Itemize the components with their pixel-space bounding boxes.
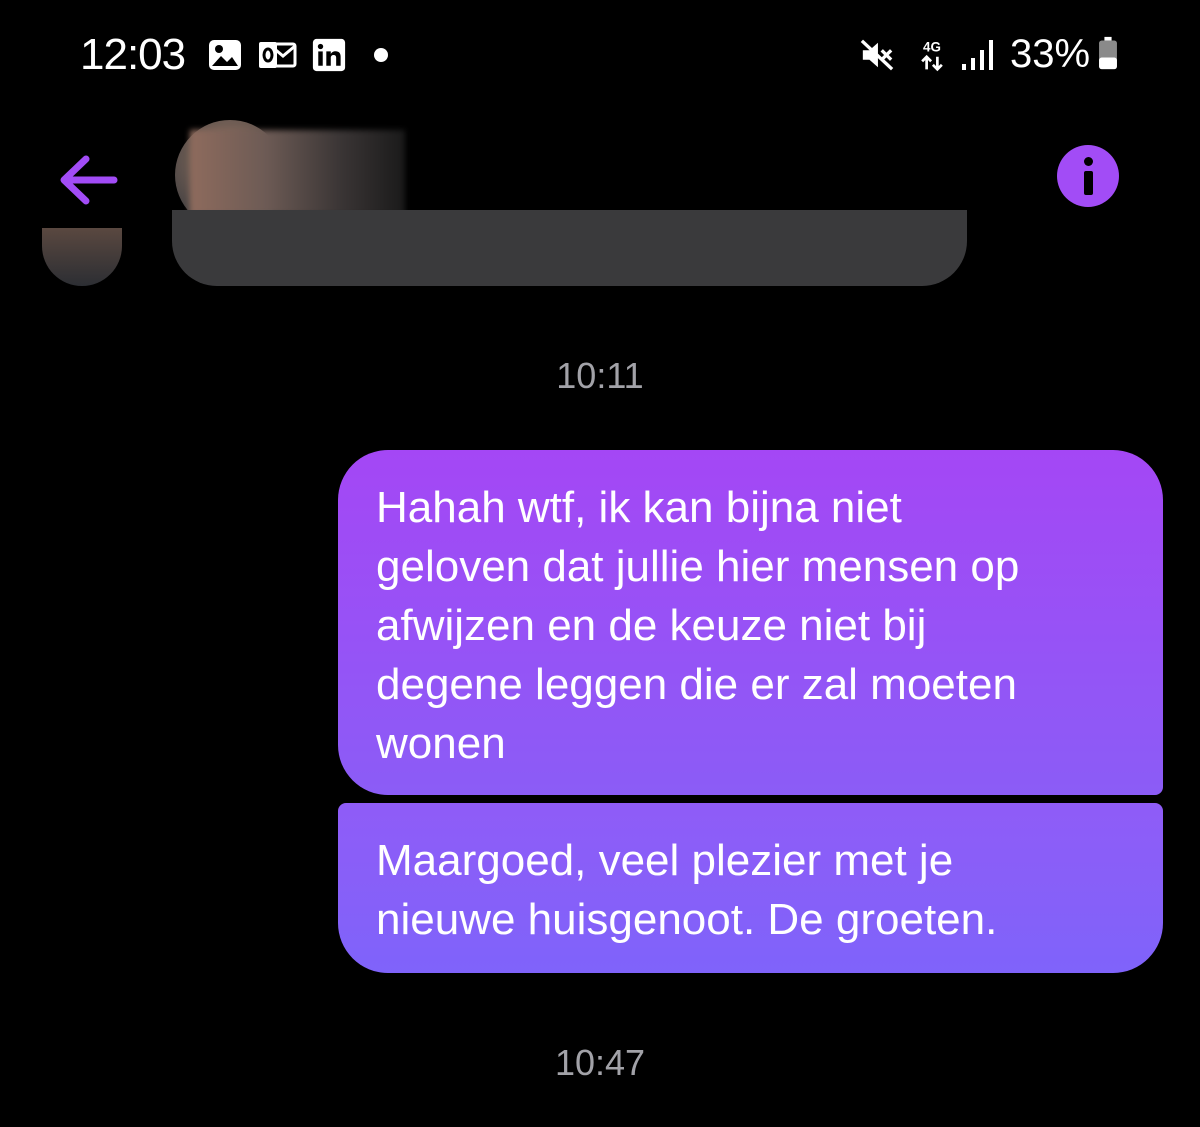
sent-message-bubble[interactable]: Maargoed, veel plezier met je nieuwe hui… (338, 803, 1163, 973)
sent-message-bubble[interactable]: Hahah wtf, ik kan bijna niet geloven dat… (338, 450, 1163, 795)
info-button[interactable] (1057, 145, 1119, 207)
mute-icon (860, 39, 894, 71)
4g-icon: 4G (921, 39, 943, 72)
battery-icon (1099, 36, 1117, 70)
notification-dot (374, 48, 388, 62)
back-button[interactable] (50, 145, 130, 215)
contact-name[interactable] (190, 130, 405, 215)
gallery-icon (209, 40, 241, 70)
info-icon (1084, 157, 1093, 166)
signal-icon (962, 40, 993, 70)
arrow-left-icon (60, 155, 118, 205)
battery-percent: 33% (1010, 32, 1091, 76)
outlook-icon (259, 42, 297, 68)
message-timestamp: 10:11 (556, 355, 644, 396)
previous-message-bubble[interactable] (172, 210, 967, 286)
linkedin-icon (312, 38, 346, 72)
svg-text:4G: 4G (923, 39, 941, 54)
status-time: 12:03 (80, 30, 186, 79)
message-timestamp: 10:47 (554, 1042, 646, 1083)
status-bar: 12:03 4G 33% (0, 0, 1200, 110)
previous-sender-avatar[interactable] (42, 228, 122, 286)
